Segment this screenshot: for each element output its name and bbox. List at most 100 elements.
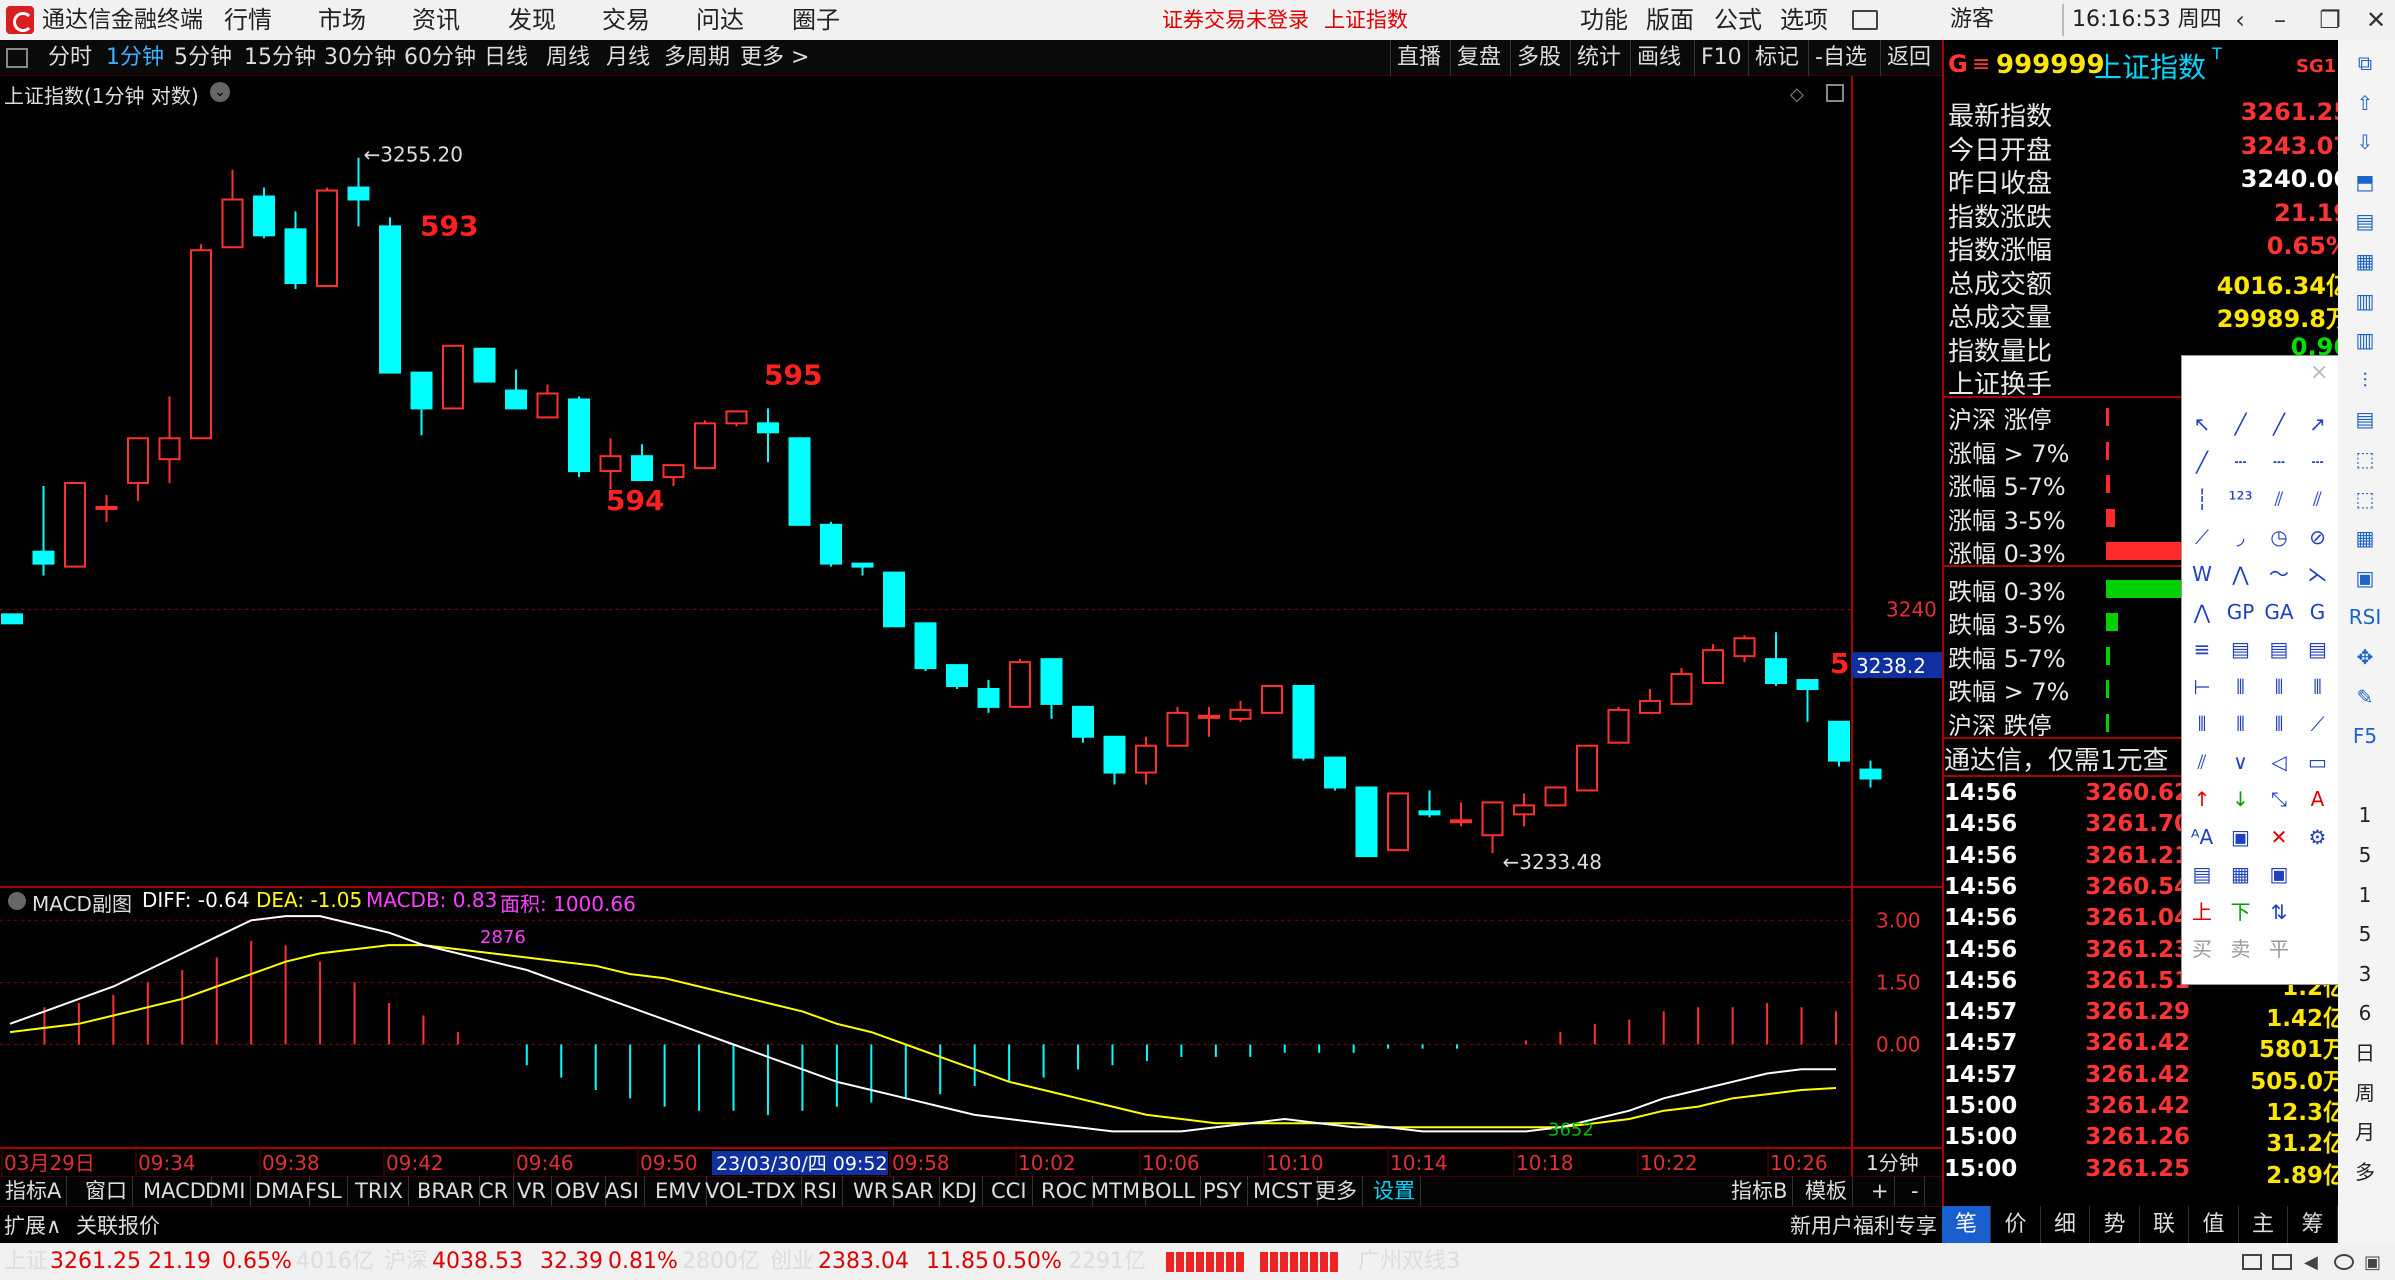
indicator-tab[interactable]: BOLL bbox=[1136, 1176, 1201, 1206]
drawing-tool-icon[interactable]: ∨ bbox=[2223, 744, 2259, 780]
promo-text[interactable]: 通达信，仅需1元查 bbox=[1944, 740, 2169, 777]
drawing-tool-icon[interactable]: 上 bbox=[2184, 894, 2220, 930]
side-tool-icon[interactable]: ⬚ bbox=[2347, 484, 2383, 514]
close-icon[interactable]: × bbox=[2310, 360, 2328, 385]
panel-toggle-icon[interactable] bbox=[6, 48, 28, 68]
drawing-tool-icon[interactable]: ↗ bbox=[2300, 406, 2336, 442]
indicator-tab[interactable]: OBV bbox=[550, 1176, 606, 1206]
close-icon[interactable]: ✕ bbox=[2352, 0, 2395, 40]
drawing-tool-icon[interactable]: ᴬA bbox=[2184, 819, 2220, 855]
drawing-tool-icon[interactable]: ✕ bbox=[2261, 819, 2297, 855]
menu-item-news[interactable]: 资讯 bbox=[412, 0, 460, 40]
drawing-tool-icon[interactable]: ▤ bbox=[2261, 631, 2297, 667]
drawing-tool-icon[interactable]: ↑ bbox=[2184, 781, 2220, 817]
indicator-right-tab[interactable]: - bbox=[1906, 1176, 1925, 1206]
side-tool-icon[interactable]: 5 bbox=[2347, 840, 2383, 870]
indicator-tab[interactable]: SAR bbox=[886, 1176, 940, 1206]
tab-5min[interactable]: 5分钟 bbox=[174, 40, 232, 76]
drawing-tool-icon[interactable]: ⦀ bbox=[2184, 706, 2220, 742]
menu-item-function[interactable]: 功能 bbox=[1580, 0, 1628, 40]
drawing-tool-icon[interactable]: A bbox=[2300, 781, 2336, 817]
tool-multi-stock[interactable]: 多股 bbox=[1510, 40, 1567, 76]
restore-icon[interactable]: ❐ bbox=[2306, 0, 2354, 40]
drawing-tool-icon[interactable]: ⦀ bbox=[2261, 669, 2297, 705]
drawing-tool-icon[interactable]: ⇅ bbox=[2261, 894, 2297, 930]
drawing-tool-icon[interactable]: ▤ bbox=[2300, 631, 2336, 667]
indicator-tab[interactable]: TRIX bbox=[350, 1176, 409, 1206]
drawing-tool-icon[interactable]: ¹²³ bbox=[2223, 481, 2259, 517]
side-tool-icon[interactable]: ✥ bbox=[2347, 642, 2383, 672]
side-tool-icon[interactable]: ▥ bbox=[2347, 286, 2383, 316]
side-tool-icon[interactable]: ▤ bbox=[2347, 206, 2383, 236]
index-link[interactable]: 上证指数 bbox=[1324, 0, 1408, 40]
drawing-tool-icon[interactable]: ⊘ bbox=[2300, 519, 2336, 555]
indicator-tab[interactable]: CR bbox=[474, 1176, 515, 1206]
drawing-tool-icon[interactable]: ▣ bbox=[2223, 819, 2259, 855]
indicator-tab[interactable]: 指标A bbox=[0, 1176, 68, 1206]
side-tool-icon[interactable]: ⇧ bbox=[2347, 88, 2383, 118]
indicator-tab[interactable]: ROC bbox=[1036, 1176, 1093, 1206]
tab-daily[interactable]: 日线 bbox=[484, 40, 528, 76]
drawing-tool-icon[interactable]: GA bbox=[2261, 594, 2297, 630]
menu-icon[interactable]: ≡ bbox=[1972, 52, 1990, 77]
side-tool-icon[interactable]: ▦ bbox=[2347, 523, 2383, 553]
tab-multi-period[interactable]: 多周期 bbox=[664, 40, 730, 76]
chevron-down-icon[interactable]: ⌄ bbox=[210, 82, 230, 102]
drawing-tool-icon[interactable]: ╱ bbox=[2223, 406, 2259, 442]
drawing-tool-icon[interactable]: ◷ bbox=[2261, 519, 2297, 555]
quote-tab[interactable]: 筹 bbox=[2288, 1206, 2338, 1243]
drawing-tool-icon[interactable]: ▣ bbox=[2261, 856, 2297, 892]
indicator-tab[interactable]: 设置 bbox=[1368, 1176, 1421, 1206]
side-tool-icon[interactable]: ⧉ bbox=[2347, 48, 2383, 78]
indicator-tab[interactable]: 更多 bbox=[1310, 1176, 1363, 1206]
tab-timeshare[interactable]: 分时 bbox=[48, 40, 92, 76]
indicator-right-tab[interactable]: 模板 bbox=[1800, 1176, 1853, 1206]
indicator-tab[interactable]: VR bbox=[512, 1176, 552, 1206]
drawing-tool-icon[interactable]: ↖ bbox=[2184, 406, 2220, 442]
tool-draw[interactable]: 画线 bbox=[1630, 40, 1687, 76]
menu-item-formula[interactable]: 公式 bbox=[1714, 0, 1762, 40]
drawing-tool-icon[interactable]: 卖 bbox=[2223, 931, 2259, 967]
drawing-tool-icon[interactable]: ⊢ bbox=[2184, 669, 2220, 705]
drawing-tool-icon[interactable]: ┆ bbox=[2184, 481, 2220, 517]
drawing-tool-icon[interactable]: 平 bbox=[2261, 931, 2297, 967]
network-icon[interactable]: ▣ bbox=[2364, 1252, 2381, 1273]
tool-live[interactable]: 直播 bbox=[1390, 40, 1447, 76]
drawing-tool-icon[interactable]: ⋀ bbox=[2223, 556, 2259, 592]
tool-replay[interactable]: 复盘 bbox=[1450, 40, 1507, 76]
side-tool-icon[interactable]: 3 bbox=[2347, 959, 2383, 989]
tab-1min[interactable]: 1分钟 bbox=[106, 40, 164, 76]
drawing-tool-icon[interactable]: ⤡ bbox=[2261, 781, 2297, 817]
drawing-tool-icon[interactable]: ╱ bbox=[2261, 406, 2297, 442]
indicator-right-tab[interactable]: + bbox=[1866, 1176, 1895, 1206]
indicator-tab[interactable]: FSL bbox=[300, 1176, 348, 1206]
drawing-tool-icon[interactable]: 买 bbox=[2184, 931, 2220, 967]
menu-item-circle[interactable]: 圈子 bbox=[792, 0, 840, 40]
drawing-tool-icon[interactable]: W bbox=[2184, 556, 2220, 592]
menu-item-ask[interactable]: 问达 bbox=[696, 0, 744, 40]
drawing-tool-icon[interactable]: ⦀ bbox=[2300, 669, 2336, 705]
drawing-tool-icon[interactable] bbox=[2300, 856, 2336, 892]
search-icon[interactable] bbox=[2334, 1254, 2354, 1270]
side-tool-icon[interactable]: ⬒ bbox=[2347, 167, 2383, 197]
drawing-tool-icon[interactable]: ⋋ bbox=[2300, 556, 2336, 592]
menu-item-discover[interactable]: 发现 bbox=[508, 0, 556, 40]
menu-item-markets[interactable]: 市场 bbox=[318, 0, 366, 40]
kline-chart[interactable]: 3240 3238.2 ←3255.20 ←3233.48 593 594 595 5 3.00… bbox=[0, 76, 1942, 1176]
drawing-tool-icon[interactable]: ⫽ bbox=[2184, 744, 2220, 780]
tab-60min[interactable]: 60分钟 bbox=[404, 40, 476, 76]
drawing-tool-icon[interactable]: ⦀ bbox=[2261, 706, 2297, 742]
drawing-tool-icon[interactable]: ↓ bbox=[2223, 781, 2259, 817]
drawing-tool-icon[interactable]: ◞ bbox=[2223, 519, 2259, 555]
drawing-tool-icon[interactable]: ▭ bbox=[2300, 744, 2336, 780]
screen-icon[interactable] bbox=[2242, 1254, 2262, 1270]
drawing-tool-icon[interactable]: ┄ bbox=[2261, 444, 2297, 480]
drawing-tool-icon[interactable]: ▤ bbox=[2184, 856, 2220, 892]
side-tool-icon[interactable]: RSI bbox=[2347, 602, 2383, 632]
monitor-icon[interactable] bbox=[2272, 1254, 2292, 1270]
side-tool-icon[interactable]: ⫶ bbox=[2347, 365, 2383, 395]
indicator-tab[interactable]: 窗口 bbox=[80, 1176, 133, 1206]
indicator-tab[interactable]: EMV bbox=[650, 1176, 707, 1206]
tool-mark[interactable]: 标记 bbox=[1748, 40, 1805, 76]
drawing-tool-icon[interactable]: ⫽ bbox=[2261, 481, 2297, 517]
